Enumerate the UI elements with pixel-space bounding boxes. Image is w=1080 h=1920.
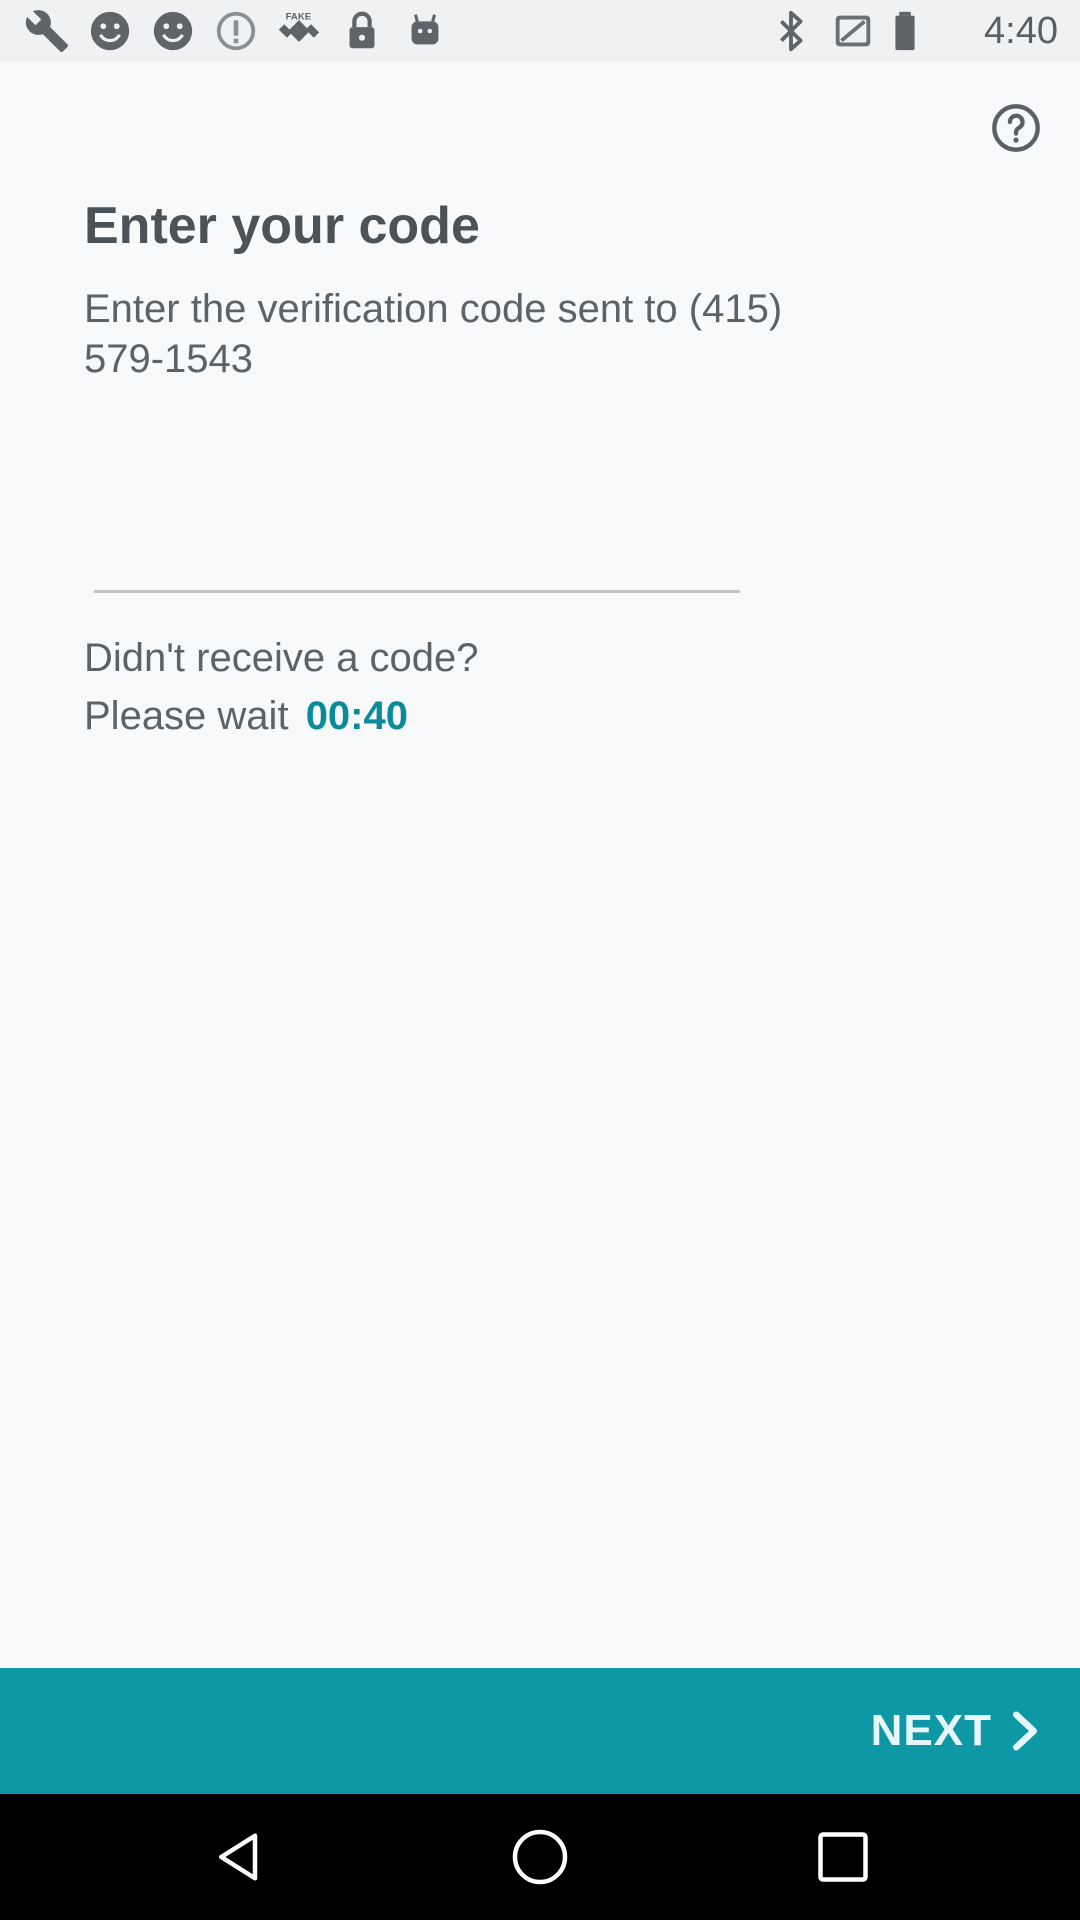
recents-icon[interactable] [813,1827,873,1887]
help-icon[interactable] [990,102,1042,154]
verification-code-input[interactable] [94,470,740,593]
home-icon[interactable] [510,1827,570,1887]
verification-instructions: Enter the verification code sent to (415… [84,287,783,381]
bluetooth-icon [768,8,814,54]
wait-label: Please wait [84,694,289,738]
battery-icon [882,8,928,54]
android-icon [402,8,448,54]
wrench-icon [24,8,70,54]
wifi-off-icon [830,8,876,54]
system-nav-bar [0,1794,1080,1920]
back-icon[interactable] [210,1827,270,1887]
svg-text:FAKE: FAKE [286,12,312,23]
bottom-action-bar: NEXT [0,1668,1080,1794]
status-clock: 4:40 [984,10,1058,52]
resend-prompt: Didn't receive a code? [84,636,479,680]
wait-message: Please wait 00:40 [84,694,408,739]
chevron-right-icon [1010,1711,1040,1751]
fake-gps-satellite-icon: FAKE [276,8,322,54]
info-icon [213,8,259,54]
smiley-icon [87,8,133,54]
status-bar: FAKE 4:40 [0,0,1080,62]
page-title: Enter your code [84,197,480,255]
next-button[interactable]: NEXT [871,1668,1040,1794]
next-button-label: NEXT [870,1706,992,1755]
countdown-timer: 00:40 [305,694,408,738]
lock-icon [339,8,385,54]
smiley-icon [150,8,196,54]
